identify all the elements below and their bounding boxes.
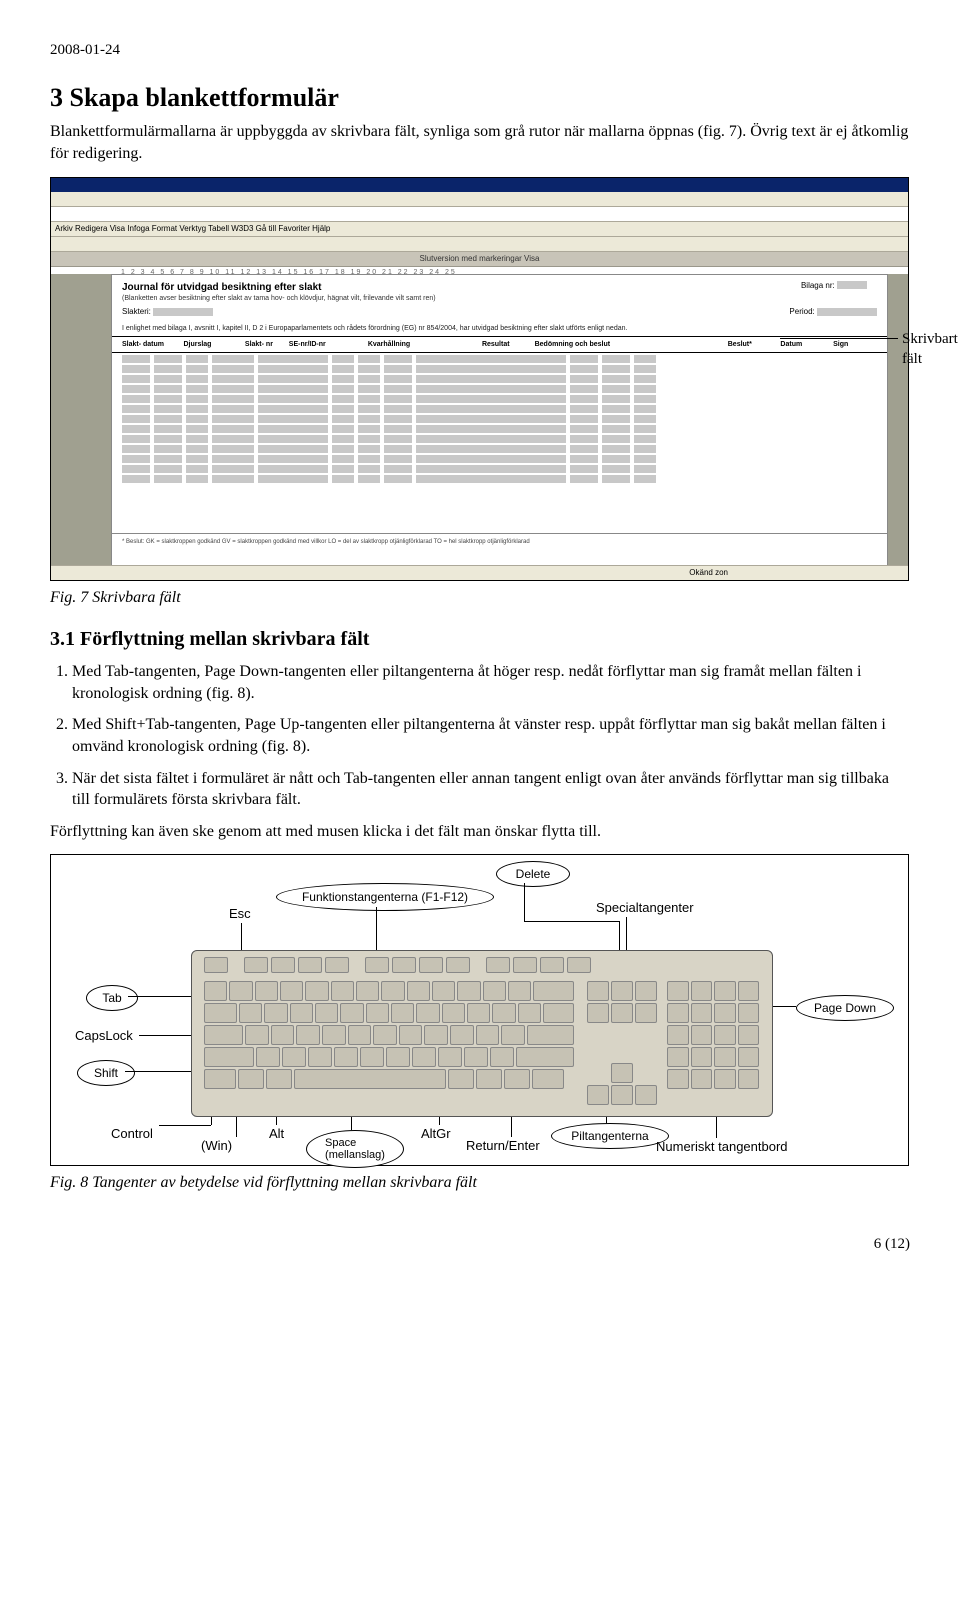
- navigation-steps-list: Med Tab-tangenten, Page Down-tangenten e…: [50, 661, 910, 811]
- figure-7: Arkiv Redigera Visa Infoga Format Verkty…: [50, 177, 910, 581]
- list-item: När det sista fältet i formuläret är nåt…: [72, 768, 910, 811]
- keyboard-function-row: [204, 957, 591, 973]
- ie-titlebar: [51, 178, 908, 192]
- alt-label: Alt: [269, 1125, 284, 1143]
- intro-paragraph: Blankettformulärmallarna är uppbyggda av…: [50, 121, 910, 164]
- heading-2: 3.1 Förflyttning mellan skrivbara fält: [50, 626, 910, 653]
- shift-bubble: Shift: [77, 1060, 135, 1086]
- ie-tab-row: [51, 237, 908, 252]
- journal-footer-legend: * Beslut: GK = slaktkroppen godkänd GV =…: [112, 533, 887, 550]
- ie-toolbar-row: [51, 192, 908, 207]
- bilaga-label: Bilaga nr:: [801, 281, 867, 292]
- journal-table-body: [112, 353, 887, 483]
- list-item: Med Tab-tangenten, Page Down-tangenten e…: [72, 661, 910, 704]
- page-number: 6 (12): [50, 1234, 910, 1254]
- ie-menu-row: Arkiv Redigera Visa Infoga Format Verkty…: [51, 222, 908, 237]
- numpad-label: Numeriskt tangentbord: [656, 1138, 788, 1156]
- delete-line2: [524, 921, 619, 922]
- keyboard-numpad-block: [667, 981, 759, 1091]
- figure-8-caption: Fig. 8 Tangenter av betydelse vid förfly…: [50, 1172, 910, 1194]
- mouse-navigation-note: Förflyttning kan även ske genom att med …: [50, 821, 910, 843]
- pagedown-bubble: Page Down: [796, 995, 894, 1021]
- list-item: Med Shift+Tab-tangenten, Page Up-tangent…: [72, 714, 910, 757]
- keyboard-arrow-block: [587, 1063, 657, 1107]
- ie-status-bar: Okänd zon: [51, 565, 908, 580]
- delete-bubble: Delete: [496, 861, 570, 887]
- word-doc-area: Bilaga nr: Journal för utvidgad besiktni…: [51, 274, 908, 566]
- control-label: Control: [111, 1125, 153, 1143]
- journal-table-header: Slakt- datum Djurslag Slakt- nr SE-nr/ID…: [112, 336, 887, 353]
- return-label: Return/Enter: [466, 1137, 540, 1155]
- callout-label: Skrivbart fält: [902, 329, 958, 370]
- space-bubble: Space (mellanslag): [306, 1130, 404, 1168]
- control-line2: [159, 1125, 211, 1126]
- word-reviewing-toolbar: Slutversion med markeringar Visa: [51, 252, 908, 267]
- special-label: Specialtangenter: [596, 899, 694, 917]
- tab-bubble: Tab: [86, 985, 138, 1011]
- keyboard-body: [191, 950, 773, 1117]
- heading-1: 3 Skapa blankettformulär: [50, 80, 910, 115]
- journal-slakteri-row: Slakteri: Period:: [112, 303, 887, 322]
- capslock-label: CapsLock: [75, 1027, 133, 1045]
- journal-regulation-note: I enlighet med bilaga I, avsnitt I, kapi…: [112, 322, 887, 335]
- keyboard-nav-block: [587, 981, 657, 1025]
- ie-window-mock: Arkiv Redigera Visa Infoga Format Verkty…: [50, 177, 909, 581]
- fkeys-line: [376, 907, 377, 955]
- journal-subtitle: (Blanketten avser besiktning efter slakt…: [112, 294, 887, 303]
- pil-bubble: Piltangenterna: [551, 1123, 669, 1149]
- word-page: Bilaga nr: Journal för utvidgad besiktni…: [111, 274, 888, 566]
- figure-8: Esc Funktionstangenterna (F1-F12) Delete…: [50, 854, 909, 1166]
- altgr-label: AltGr: [421, 1125, 451, 1143]
- page-date: 2008-01-24: [50, 40, 910, 60]
- fkeys-bubble: Funktionstangenterna (F1-F12): [276, 883, 494, 911]
- esc-label: Esc: [229, 905, 251, 923]
- keyboard-main-block: [204, 981, 574, 1101]
- figure-7-caption: Fig. 7 Skrivbara fält: [50, 587, 910, 609]
- win-label: (Win): [201, 1137, 232, 1155]
- journal-title: Journal för utvidgad besiktning efter sl…: [112, 275, 887, 295]
- ie-address-row: [51, 207, 908, 222]
- callout-line: [780, 338, 898, 339]
- delete-line1: [524, 883, 525, 921]
